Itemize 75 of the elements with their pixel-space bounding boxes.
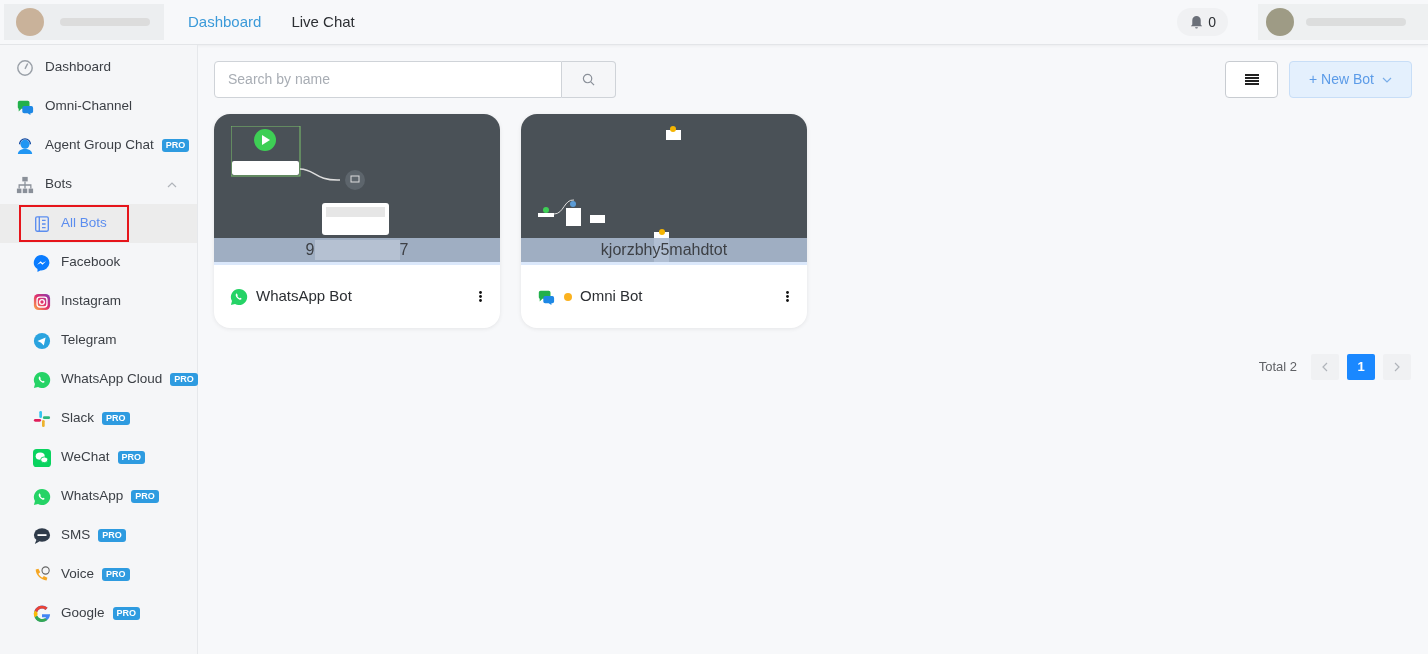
sidebar-item[interactable]: Telegram	[0, 321, 197, 360]
previous-page-button[interactable]	[1311, 354, 1339, 380]
item-label: Facebook	[61, 253, 121, 272]
item-label: WhatsApp Cloud	[61, 370, 163, 389]
sidebar-item[interactable]: Voice PRO	[0, 555, 197, 594]
search-button[interactable]	[562, 61, 616, 98]
item-label: Voice	[61, 565, 95, 584]
chevron-right-icon	[1394, 362, 1400, 372]
sidebar-item[interactable]: Omni-Channel	[0, 87, 197, 126]
sidebar-item[interactable]: Dashboard	[0, 48, 197, 87]
nav-tab[interactable]: Live Chat	[291, 10, 355, 34]
bot-id: kjorzbhy5mahdtot	[600, 240, 728, 260]
instagram-icon	[33, 292, 51, 311]
sms-bubble-icon	[33, 526, 51, 545]
google-icon	[33, 604, 51, 623]
item-label: Omni-Channel	[45, 97, 133, 116]
item-label: Telegram	[61, 331, 117, 350]
sidebar-item[interactable]: WeChat PRO	[0, 438, 197, 477]
search-field[interactable]: Search by name	[214, 61, 562, 98]
bot-card[interactable]: 9 7 WhatsApp Bot	[214, 114, 500, 328]
item-label: WeChat	[61, 448, 110, 467]
slack-icon	[33, 409, 51, 428]
bot-id: 9	[305, 240, 315, 260]
caret-icon	[1382, 76, 1392, 83]
list-view-button[interactable]	[1225, 61, 1278, 98]
bot-name: WhatsApp Bot	[256, 286, 352, 307]
item-label: Bots	[45, 175, 72, 194]
pro-badge: PRO	[98, 529, 126, 542]
pro-badge: PRO	[102, 568, 130, 581]
headset-person-icon	[16, 136, 34, 155]
whatsapp-icon	[33, 487, 51, 506]
item-label: WhatsApp	[61, 487, 124, 506]
item-label: Google	[61, 604, 105, 623]
blurred-user-avatar[interactable]	[1258, 4, 1428, 40]
pro-badge: PRO	[170, 373, 198, 386]
total-count: Total 2	[1258, 358, 1297, 377]
item-label: SMS	[61, 526, 91, 545]
pro-badge: PRO	[112, 607, 141, 620]
pro-badge: PRO	[102, 412, 130, 425]
sidebar-item[interactable]: SMS PRO	[0, 516, 197, 555]
sidebar-item[interactable]: WhatsApp Cloud PRO	[0, 360, 197, 399]
item-label: All Bots	[61, 214, 107, 233]
sidebar-item[interactable]: Google PRO	[0, 594, 197, 633]
pro-badge: PRO	[161, 139, 190, 152]
sidebar-item[interactable]: Facebook	[0, 243, 197, 282]
bot-id: 7	[399, 240, 409, 260]
search-icon	[582, 73, 595, 86]
item-label: Dashboard	[45, 58, 112, 77]
item-label: Agent Group Chat	[45, 136, 154, 155]
item-label: Instagram	[61, 292, 122, 311]
sidebar-item[interactable]: Bots	[0, 165, 197, 204]
more-options-icon[interactable]	[786, 291, 789, 302]
wechat-icon	[33, 448, 51, 467]
pro-badge: PRO	[131, 490, 159, 503]
whatsapp-icon	[230, 287, 248, 306]
next-page-button[interactable]	[1383, 354, 1411, 380]
bot-card[interactable]: kjorzbhy5mahdtot Omni Bot	[521, 114, 807, 328]
list-icon	[1244, 74, 1259, 85]
sidebar-item[interactable]: Slack PRO	[0, 399, 197, 438]
chevron-left-icon	[1322, 362, 1328, 372]
whatsapp-icon	[33, 370, 51, 389]
sitemap-icon	[16, 175, 34, 194]
sidebar-item[interactable]: Agent Group Chat PRO	[0, 126, 197, 165]
paper-plane-icon	[33, 331, 51, 350]
bot-name: Omni Bot	[580, 286, 643, 307]
notification-count: 0	[1208, 12, 1216, 32]
gauge-icon	[16, 58, 34, 77]
item-label: Slack	[61, 409, 94, 428]
sidebar-item[interactable]: Instagram	[0, 282, 197, 321]
document-list-icon	[33, 214, 51, 233]
pro-badge: PRO	[117, 451, 146, 464]
bell-icon[interactable]	[1189, 14, 1205, 30]
sidebar-item[interactable]: WhatsApp PRO	[0, 477, 197, 516]
more-options-icon[interactable]	[479, 291, 482, 302]
messenger-icon	[33, 253, 51, 272]
